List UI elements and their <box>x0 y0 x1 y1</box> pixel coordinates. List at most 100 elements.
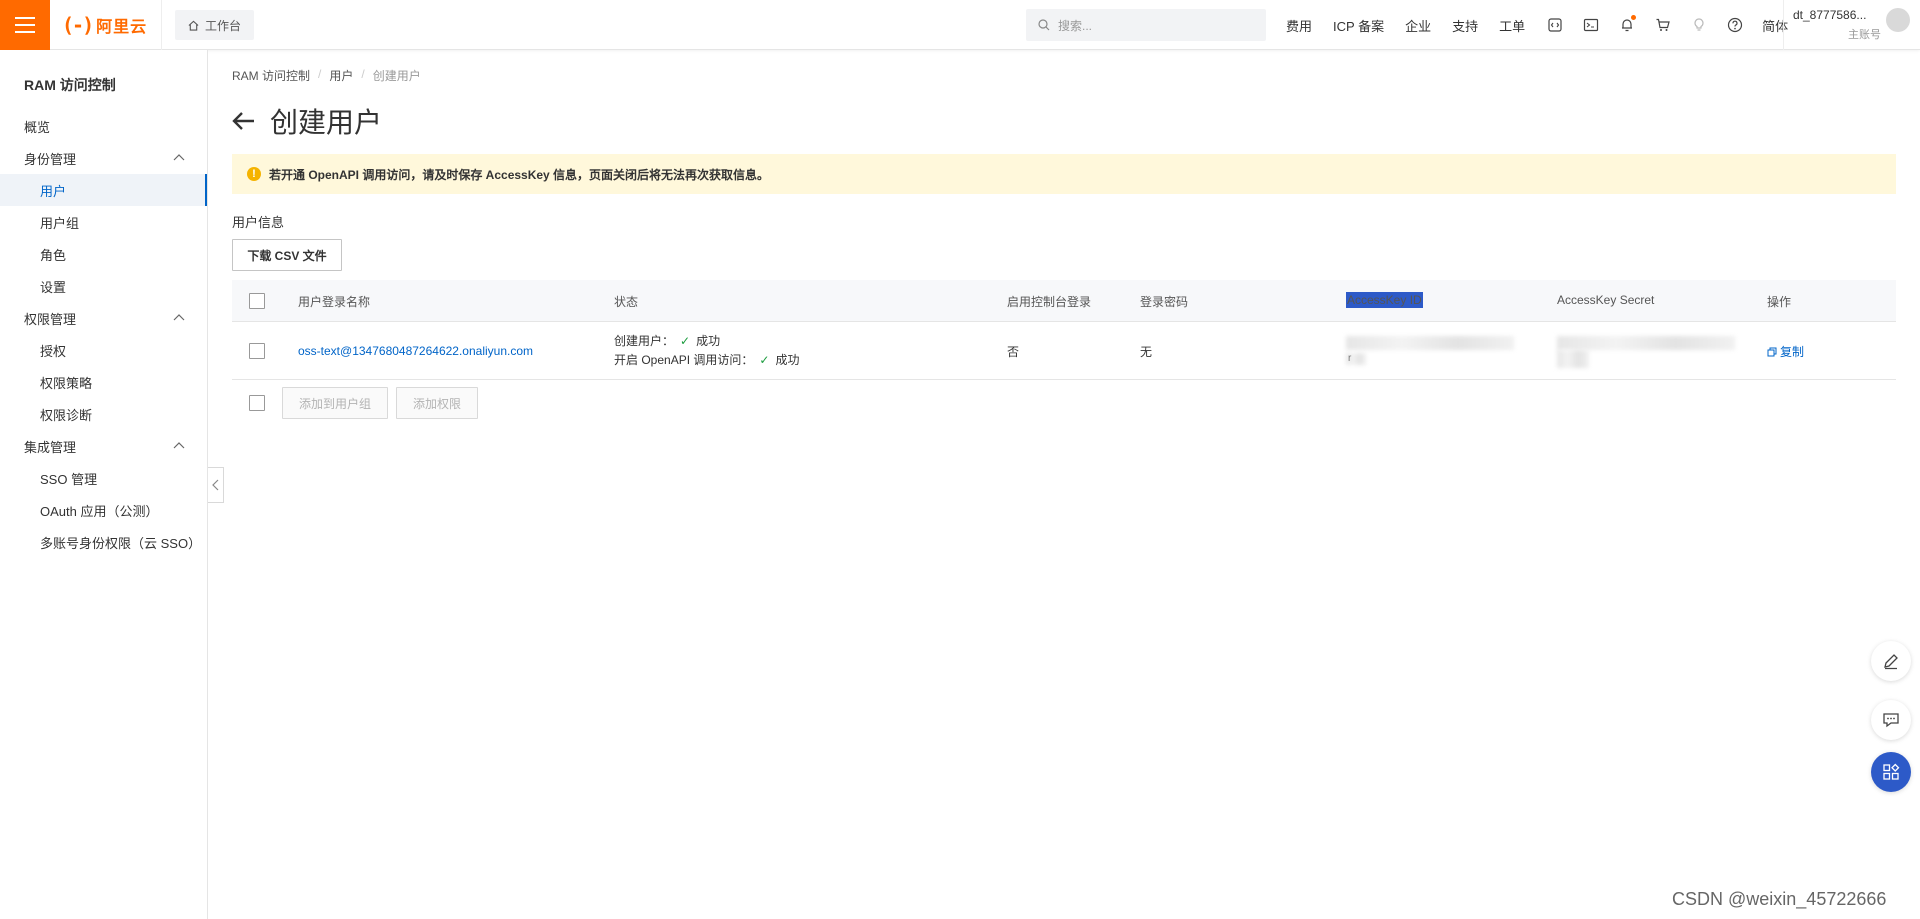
status-value: 成功 <box>696 334 721 348</box>
status-create-user: 创建用户： ✓ 成功 <box>614 332 799 351</box>
sidebar-item-label: 概览 <box>24 119 51 135</box>
sidebar-item-label: 权限策略 <box>40 375 93 391</box>
workbench-button[interactable]: 工作台 <box>175 10 255 40</box>
column-header-actions: 操作 <box>1767 295 1792 309</box>
home-icon <box>188 20 199 31</box>
sidebar-item-label: 用户组 <box>40 215 80 231</box>
bell-icon[interactable] <box>1618 15 1637 34</box>
breadcrumb: RAM 访问控制 / 用户 / 创建用户 <box>232 67 421 84</box>
sidebar-item-label: 设置 <box>40 279 67 295</box>
accesskey-id-fragment: r​ <box>1348 353 1352 364</box>
sidebar-item-policies[interactable]: 权限策略 <box>0 366 207 398</box>
sidebar-collapse-toggle[interactable] <box>208 467 224 503</box>
sidebar-item-label: 角色 <box>40 247 67 263</box>
sidebar-title: RAM 访问控制 <box>24 77 116 93</box>
sidebar-item-label: SSO 管理 <box>40 471 98 487</box>
status-cell: 创建用户： ✓ 成功 开启 OpenAPI 调用访问： ✓ 成功 <box>614 332 799 370</box>
add-to-group-button[interactable]: 添加到用户组 <box>282 387 388 419</box>
terminal-icon[interactable] <box>1582 16 1600 34</box>
sidebar-item-roles[interactable]: 角色 <box>0 238 207 270</box>
account-menu[interactable]: dt_8777586... 主账号 <box>1783 0 1920 50</box>
select-all-checkbox[interactable] <box>249 293 265 309</box>
breadcrumb-item-current: 创建用户 <box>372 69 421 83</box>
sidebar-group-integration[interactable]: 集成管理 <box>0 430 207 462</box>
menu-bar <box>15 17 35 19</box>
table-header: 用户登录名称 状态 启用控制台登录 登录密码 AccessKey ID Acce… <box>232 280 1896 322</box>
logo-text: 阿里云 <box>96 19 148 36</box>
sidebar-item-label: 集成管理 <box>24 439 77 455</box>
sidebar-item-grants[interactable]: 授权 <box>0 334 207 366</box>
edit-float-button[interactable] <box>1871 641 1911 681</box>
divider <box>161 0 162 50</box>
sidebar-group-permissions[interactable]: 权限管理 <box>0 302 207 334</box>
breadcrumb-item-users[interactable]: 用户 <box>329 67 353 84</box>
sidebar-item-oauth[interactable]: OAuth 应用（公测） <box>0 494 207 526</box>
column-header-console-login: 启用控制台登录 <box>1007 295 1092 309</box>
apps-float-button[interactable] <box>1871 752 1911 792</box>
sidebar-item-sso[interactable]: SSO 管理 <box>0 462 207 494</box>
column-header-password: 登录密码 <box>1140 295 1189 309</box>
chat-icon <box>1883 713 1899 728</box>
watermark: CSDN @weixin_45722666 <box>1672 889 1887 909</box>
sidebar-item-user-groups[interactable]: 用户组 <box>0 206 207 238</box>
column-header-login-name: 用户登录名称 <box>298 295 371 309</box>
search-placeholder: 搜索... <box>1058 18 1093 33</box>
sidebar-item-label: 授权 <box>40 343 67 359</box>
chevron-left-icon <box>212 479 219 491</box>
sidebar-item-cloud-sso[interactable]: 多账号身份权限（云 SSO） <box>0 526 207 558</box>
password-value: 无 <box>1140 345 1153 359</box>
breadcrumb-separator: / <box>318 67 322 81</box>
help-icon[interactable] <box>1726 16 1744 34</box>
sidebar-group-identity[interactable]: 身份管理 <box>0 142 207 174</box>
sidebar-item-label: 身份管理 <box>24 151 77 167</box>
status-value: 成功 <box>775 353 800 367</box>
warning-icon: ! <box>247 167 261 181</box>
nav-link-ticket[interactable]: 工单 <box>1499 16 1525 35</box>
copy-button[interactable]: 复制 <box>1767 343 1804 360</box>
back-arrow-icon[interactable] <box>232 111 256 131</box>
download-csv-button[interactable]: 下载 CSV 文件 <box>232 239 342 271</box>
sidebar-item-label: 权限管理 <box>24 311 77 327</box>
breadcrumb-item-ram[interactable]: RAM 访问控制 <box>232 67 310 84</box>
section-label: 用户信息 <box>232 215 285 230</box>
add-permission-button[interactable]: 添加权限 <box>396 387 478 419</box>
cart-icon[interactable] <box>1654 16 1672 34</box>
nav-link-icp[interactable]: ICP 备案 <box>1333 16 1384 35</box>
feedback-float-button[interactable] <box>1871 700 1911 740</box>
search-input[interactable]: 搜索... <box>1026 9 1266 41</box>
table-row: oss-text@1347680487264622.onaliyun.com 创… <box>232 322 1896 380</box>
copy-label: 复制 <box>1780 345 1805 359</box>
chevron-up-icon <box>173 314 185 321</box>
accesskey-secret-redacted <box>1557 350 1589 368</box>
logo-mark: (-) <box>62 13 94 37</box>
avatar <box>1886 8 1910 32</box>
apps-icon <box>1883 763 1900 780</box>
user-login-name-link[interactable]: oss-text@1347680487264622.onaliyun.com <box>298 344 533 358</box>
workbench-label: 工作台 <box>205 18 242 33</box>
column-header-accesskey-secret: AccessKey Secret <box>1557 293 1655 307</box>
menu-bar <box>15 24 35 26</box>
lightbulb-icon[interactable] <box>1690 16 1708 34</box>
sidebar-item-users[interactable]: 用户 <box>0 174 207 206</box>
nav-link-enterprise[interactable]: 企业 <box>1405 16 1431 35</box>
sidebar: RAM 访问控制 概览 身份管理 用户 用户组 角色 设置 权限管理 授权 权限… <box>0 50 208 919</box>
check-icon: ✓ <box>680 334 691 348</box>
nav-link-support[interactable]: 支持 <box>1452 16 1478 35</box>
bulk-select-checkbox[interactable] <box>249 395 265 411</box>
column-header-accesskey-id: AccessKey ID <box>1346 292 1423 308</box>
top-navbar: (-) 阿里云 工作台 搜索... 费用 ICP 备案 企业 支持 工单 简体 … <box>0 0 1920 50</box>
hamburger-menu-button[interactable] <box>0 0 50 50</box>
sidebar-item-overview[interactable]: 概览 <box>0 110 207 142</box>
status-label: 创建用户： <box>614 334 675 348</box>
nav-link-billing[interactable]: 费用 <box>1286 16 1312 35</box>
copy-icon <box>1767 347 1777 356</box>
sidebar-item-settings[interactable]: 设置 <box>0 270 207 302</box>
sidebar-item-diagnosis[interactable]: 权限诊断 <box>0 398 207 430</box>
aliyun-logo[interactable]: (-) 阿里云 <box>62 13 147 37</box>
top-nav-links: 费用 ICP 备案 企业 支持 工单 简体 <box>1286 0 1809 50</box>
page-title: 创建用户 <box>270 107 383 138</box>
sidebar-item-label: 权限诊断 <box>40 407 93 423</box>
row-checkbox[interactable] <box>249 343 265 359</box>
pencil-icon <box>1884 654 1898 670</box>
code-icon[interactable] <box>1546 16 1564 34</box>
